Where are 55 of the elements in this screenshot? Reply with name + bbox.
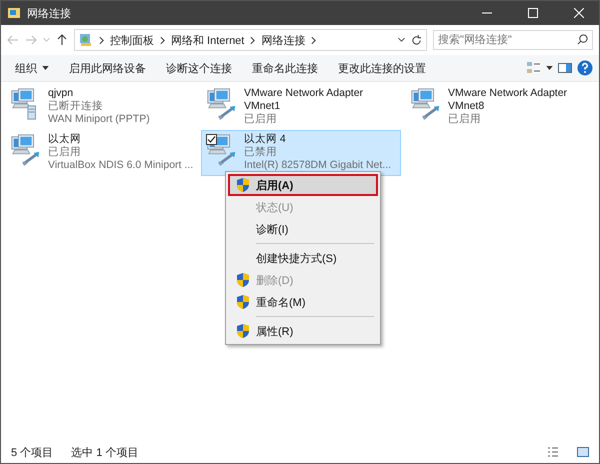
search-icon [577, 34, 588, 45]
menu-item[interactable]: 属性(R) [228, 320, 378, 342]
item-count: 5 个项目 [11, 446, 54, 460]
chevron-right-icon [99, 36, 104, 44]
device-name: Intel(R) 82578DM Gigabit Net... [244, 159, 392, 172]
connection-item[interactable]: 以太网 4 已禁用 Intel(R) 82578DM Gigabit Net... [201, 130, 401, 176]
network-folder-icon [7, 6, 21, 20]
toolbar-button[interactable]: 诊断这个连接 [158, 58, 240, 78]
connection-name: qjvpn [48, 87, 74, 100]
chevron-right-icon [250, 36, 256, 44]
connection-status: 已禁用 [244, 146, 278, 159]
device-name: WAN Miniport (PPTP) [48, 113, 151, 126]
caret-icon[interactable] [546, 66, 553, 70]
tiles-view-icon[interactable] [577, 446, 589, 458]
details-view-icon[interactable] [547, 446, 559, 458]
close-button[interactable] [574, 8, 584, 18]
connection-status: 已断开连接 [48, 100, 104, 113]
toolbar-button[interactable]: 重命名此连接 [244, 58, 326, 78]
menu-item[interactable]: 重命名(M) [228, 291, 378, 313]
caret-icon[interactable] [398, 38, 405, 42]
menu-item[interactable]: 启用(A) [228, 174, 378, 196]
chevron-right-icon [311, 36, 316, 44]
connection-name: 以太网 [48, 133, 82, 146]
toolbar-button[interactable]: 更改此连接的设置 [330, 58, 434, 78]
maximize-button[interactable] [528, 8, 538, 18]
window-title: 网络连接 [27, 6, 72, 20]
menu-item[interactable]: 诊断(I) [228, 218, 378, 240]
connection-item[interactable]: qjvpn 已断开连接 WAN Miniport (PPTP) [5, 84, 197, 130]
connection-status: 已启用 [244, 113, 278, 126]
checkbox[interactable] [206, 134, 217, 145]
toolbar-button[interactable]: 启用此网络设备 [61, 58, 154, 78]
help-icon[interactable] [577, 60, 593, 76]
search-field[interactable]: 搜索"网络连接" [433, 30, 593, 50]
connection-item[interactable]: VMware Network Adapter VMnet1 已启用 [201, 84, 401, 130]
preview-pane-icon[interactable] [557, 60, 573, 76]
view-options-icon[interactable] [526, 60, 542, 76]
menu-item[interactable]: 创建快捷方式(S) [228, 247, 378, 269]
device-name: VirtualBox NDIS 6.0 Miniport ... [48, 159, 193, 172]
address-field[interactable]: 控制面板 网络和 Internet 网络连接 [74, 29, 427, 51]
connection-name: VMware Network Adapter VMnet8 [448, 87, 568, 113]
control-panel-icon [79, 33, 93, 47]
up-arrow-icon[interactable] [56, 34, 68, 46]
toolbar-button[interactable]: 组织 [7, 58, 57, 78]
selection-count: 选中 1 个项目 [71, 446, 138, 460]
refresh-icon[interactable] [411, 34, 422, 46]
connection-status: 已启用 [48, 146, 82, 159]
breadcrumb[interactable]: 网络连接 [261, 32, 306, 48]
breadcrumb[interactable]: 控制面板 [110, 32, 154, 48]
connection-name: VMware Network Adapter VMnet1 [244, 87, 364, 113]
chevron-right-icon [160, 36, 165, 44]
connection-status: 已启用 [448, 113, 482, 126]
connection-name: 以太网 4 [244, 133, 287, 146]
breadcrumb[interactable]: 网络和 Internet [171, 32, 244, 48]
connection-item[interactable]: 以太网 已启用 VirtualBox NDIS 6.0 Miniport ... [5, 130, 197, 176]
connection-item[interactable]: VMware Network Adapter VMnet8 已启用 [405, 84, 595, 130]
